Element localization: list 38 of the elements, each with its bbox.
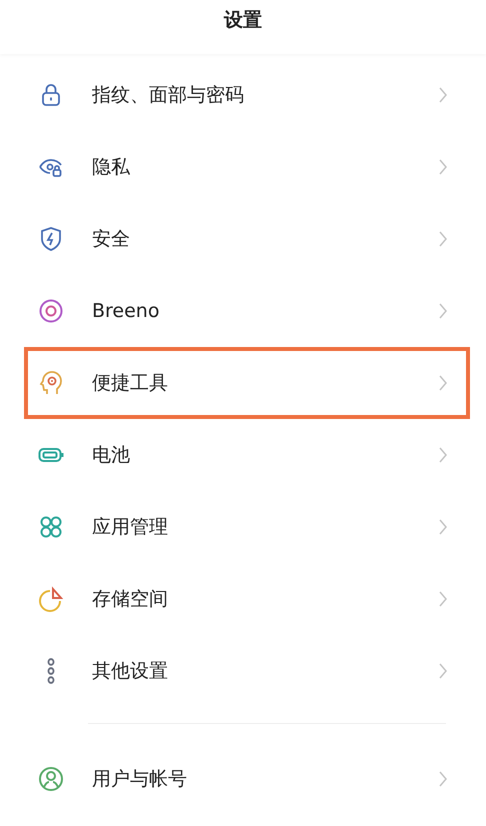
chevron-icon <box>438 518 448 536</box>
user-icon <box>38 766 64 792</box>
settings-row[interactable]: 指纹、面部与密码 <box>24 59 470 131</box>
pie-chart-icon <box>38 586 64 612</box>
head-icon <box>38 370 64 396</box>
settings-row[interactable]: 安全 <box>24 203 470 275</box>
chevron-icon <box>438 590 448 608</box>
settings-row[interactable]: 隐私 <box>24 131 470 203</box>
chevron-icon <box>438 158 448 176</box>
highlighted-settings-row[interactable]: 便捷工具 <box>24 347 470 419</box>
shield-icon <box>38 226 64 252</box>
settings-row[interactable]: 电池 <box>24 419 470 491</box>
chevron-icon <box>438 374 448 392</box>
settings-label: 指纹、面部与密码 <box>92 83 245 108</box>
chevron-icon <box>438 302 448 320</box>
settings-label: 隐私 <box>92 155 131 180</box>
chevron-icon <box>438 446 448 464</box>
chevron-icon <box>438 662 448 680</box>
settings-row[interactable]: 存储空间 <box>24 563 470 635</box>
dots-icon <box>47 658 55 684</box>
chevron-icon <box>438 230 448 248</box>
settings-label: 便捷工具 <box>92 371 169 396</box>
settings-row[interactable]: 其他设置 <box>24 635 470 707</box>
chevron-icon <box>438 86 448 104</box>
settings-row[interactable]: Breeno <box>24 275 470 347</box>
settings-label: 存储空间 <box>92 587 169 612</box>
settings-label: 安全 <box>92 227 131 252</box>
settings-label: 其他设置 <box>92 659 169 684</box>
settings-label: 用户与帐号 <box>92 767 188 792</box>
settings-label: 电池 <box>92 443 131 468</box>
ring-icon <box>38 298 64 324</box>
settings-label: Breeno <box>92 300 160 322</box>
settings-row[interactable]: 应用管理 <box>24 491 470 563</box>
page-title: 设置 <box>224 8 262 33</box>
settings-label: 应用管理 <box>92 515 169 540</box>
settings-row[interactable]: 用户与帐号 <box>24 743 470 815</box>
apps-icon <box>38 514 64 540</box>
chevron-icon <box>438 770 448 788</box>
